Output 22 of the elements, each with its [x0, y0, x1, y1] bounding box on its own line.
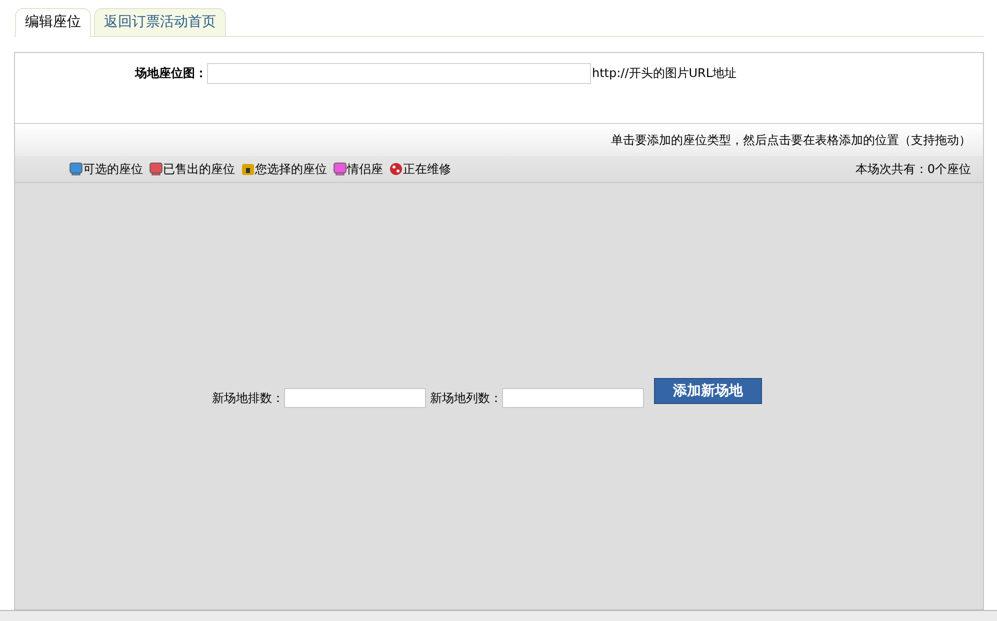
- tab[interactable]: 返回订票活动首页: [94, 8, 226, 36]
- field-label: 场地座位图：: [135, 65, 207, 82]
- hint-text: http://开头的图片URL地址: [592, 65, 737, 82]
- tab[interactable]: 编辑座位: [15, 8, 91, 37]
- columns-label: 新场地列数：: [430, 390, 502, 407]
- seat-count: 本场次共有：0个座位: [855, 161, 971, 178]
- rows-label: 新场地排数：: [212, 390, 284, 407]
- legend-label: 您选择的座位: [255, 161, 327, 178]
- rows-field[interactable]: [284, 388, 426, 408]
- legend-label: 情侣座: [347, 161, 383, 178]
- legend-label: 可选的座位: [83, 161, 143, 178]
- legend-label: 已售出的座位: [163, 161, 235, 178]
- columns-field[interactable]: [502, 388, 644, 408]
- seat-icon[interactable]: [149, 162, 163, 176]
- repair-icon[interactable]: [389, 162, 403, 176]
- seat-icon[interactable]: [333, 162, 347, 176]
- legend-label: 正在维修: [403, 161, 451, 178]
- instruction-text: 单击要添加的座位类型，然后点击要在表格添加的位置（支持拖动）: [611, 132, 971, 149]
- image-url-field[interactable]: [207, 63, 591, 84]
- lock-icon[interactable]: [241, 162, 255, 176]
- add-venue-button[interactable]: 添加新场地: [654, 378, 762, 404]
- seat-icon[interactable]: [69, 162, 83, 176]
